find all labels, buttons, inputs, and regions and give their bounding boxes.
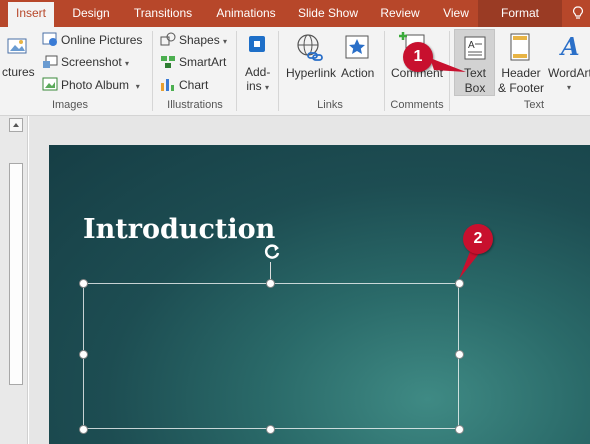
tab-view[interactable]: View	[436, 0, 476, 27]
online-pictures-icon	[42, 31, 58, 50]
header-footer-icon	[510, 33, 530, 64]
smartart-icon	[160, 55, 176, 72]
tab-format[interactable]: Format	[478, 0, 562, 27]
header-footer-button[interactable]: Header & Footer	[498, 66, 544, 96]
rotate-handle-icon[interactable]	[262, 242, 282, 262]
resize-handle-bottom-right[interactable]	[455, 425, 464, 434]
tab-slide-show[interactable]: Slide Show	[294, 0, 362, 27]
resize-handle-left[interactable]	[79, 350, 88, 359]
screenshot-icon	[42, 55, 58, 72]
store-icon[interactable]	[246, 33, 268, 58]
resize-handle-top-left[interactable]	[79, 279, 88, 288]
add-ins-button[interactable]: Add- ins ▾	[245, 65, 270, 95]
group-separator	[384, 31, 385, 111]
pictures-icon[interactable]	[6, 35, 28, 64]
online-pictures-button[interactable]: Online Pictures	[61, 33, 142, 47]
resize-handle-bottom-left[interactable]	[79, 425, 88, 434]
text-box-selection[interactable]	[83, 283, 459, 429]
group-label-images: Images	[51, 99, 89, 111]
smartart-button[interactable]: SmartArt	[179, 55, 226, 69]
photo-album-icon	[42, 77, 58, 94]
ribbon-tab-bar: Insert Design Transitions Animations Sli…	[0, 0, 590, 27]
group-separator	[236, 31, 237, 111]
callout-badge-2: 2	[463, 224, 493, 254]
group-label-links: Links	[317, 99, 343, 111]
chart-icon	[160, 77, 176, 94]
scroll-up-button[interactable]	[9, 118, 23, 132]
resize-handle-bottom[interactable]	[266, 425, 275, 434]
group-separator	[278, 31, 279, 111]
tab-animations[interactable]: Animations	[210, 0, 282, 27]
group-label-text: Text	[523, 99, 545, 111]
wordart-dropdown-icon[interactable]: ▾	[567, 83, 571, 92]
scrollbar-thumb[interactable]	[9, 163, 23, 385]
hyperlink-button[interactable]: Hyperlink	[286, 66, 336, 80]
slide-title[interactable]: Introduction	[83, 214, 275, 245]
chart-button[interactable]: Chart	[179, 78, 208, 92]
group-label-comments: Comments	[390, 99, 444, 111]
tab-design[interactable]: Design	[66, 0, 116, 27]
thumbnail-pane	[0, 116, 28, 444]
photo-album-button[interactable]: Photo Album ▾	[61, 78, 140, 92]
screenshot-button[interactable]: Screenshot ▾	[61, 55, 129, 69]
svg-text:A: A	[559, 33, 580, 61]
wordart-button[interactable]: WordArt	[548, 66, 590, 80]
pictures-button-label[interactable]: ctures	[2, 65, 35, 79]
hyperlink-icon	[296, 33, 324, 66]
ribbon: ctures Online Pictures Screenshot ▾ Phot…	[0, 27, 590, 116]
lightbulb-icon[interactable]	[566, 0, 590, 27]
action-button[interactable]: Action	[341, 66, 374, 80]
tab-transitions[interactable]: Transitions	[128, 0, 198, 27]
wordart-icon: A	[559, 32, 583, 64]
resize-handle-right[interactable]	[455, 350, 464, 359]
tab-review[interactable]: Review	[374, 0, 426, 27]
group-label-illustrations: Illustrations	[167, 99, 223, 111]
shapes-button[interactable]: Shapes ▾	[179, 33, 227, 47]
tab-insert[interactable]: Insert	[8, 2, 54, 27]
group-separator	[152, 31, 153, 111]
shapes-icon	[160, 32, 176, 49]
resize-handle-top[interactable]	[266, 279, 275, 288]
callout-pointer-1	[430, 58, 466, 72]
action-icon	[345, 35, 369, 62]
